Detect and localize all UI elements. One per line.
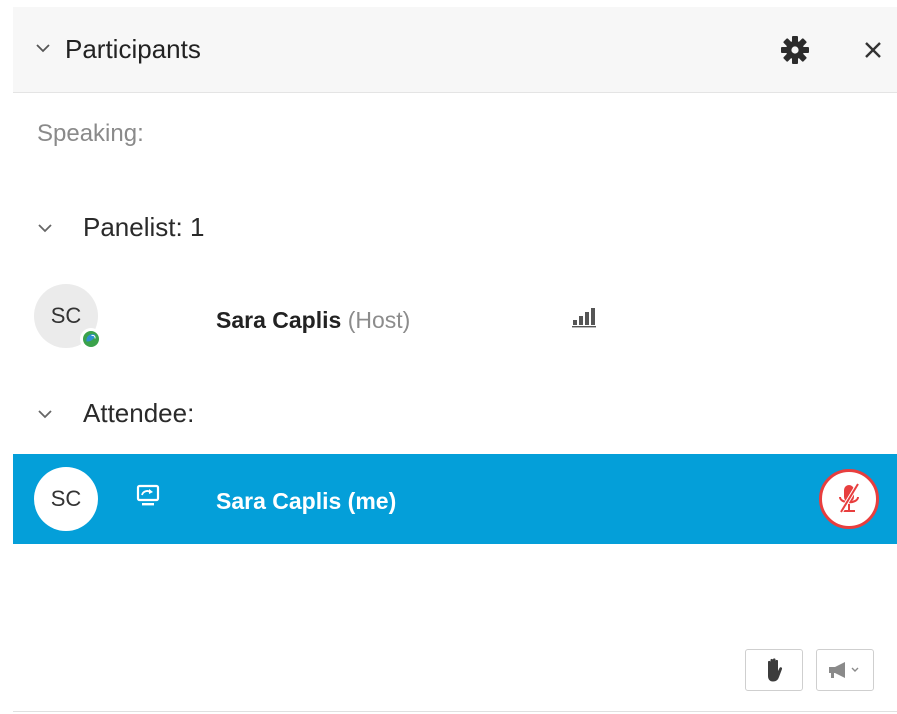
avatar: SC (34, 467, 98, 531)
close-icon (865, 42, 881, 58)
avatar-initials: SC (50, 303, 82, 328)
desktop-share-icon (136, 484, 160, 506)
avatar-initials: SC (50, 486, 82, 511)
close-button[interactable] (855, 32, 891, 68)
participants-panel: Participants Speaking: Panelist: 1 SC Sa… (0, 0, 897, 714)
chevron-down-icon[interactable] (35, 41, 51, 55)
participant-name: Sara Caplis (me) (216, 488, 397, 514)
panel-header: Participants (13, 7, 897, 93)
megaphone-icon (829, 662, 859, 678)
chevron-down-icon (38, 409, 52, 418)
panelist-section-label: Panelist: 1 (83, 212, 205, 242)
attendee-section-label: Attendee: (83, 398, 195, 428)
raise-hand-button[interactable] (745, 649, 803, 691)
speaking-label: Speaking: (37, 120, 144, 147)
audio-signal-icon (572, 308, 596, 328)
gear-icon (781, 36, 809, 64)
chevron-down-icon (38, 223, 52, 232)
settings-button[interactable] (777, 32, 813, 68)
panel-title: Participants (65, 34, 201, 64)
participant-role: (Host) (347, 307, 411, 333)
megaphone-button[interactable] (816, 649, 874, 691)
raise-hand-icon (768, 658, 783, 682)
participant-row-panelist[interactable]: SC Sara Caplis (Host) (13, 273, 897, 363)
footer-divider (13, 711, 897, 712)
panelist-section-header[interactable]: Panelist: 1 (37, 212, 204, 243)
participant-name: Sara Caplis (Host) (216, 307, 410, 334)
participant-name-text: Sara Caplis (216, 307, 342, 333)
presence-online-icon (80, 328, 102, 350)
attendee-section-header[interactable]: Attendee: (37, 398, 194, 429)
microphone-muted-icon (839, 482, 860, 514)
participant-row-attendee[interactable]: SC Sara Caplis (me) (13, 454, 897, 544)
unmute-button[interactable] (819, 469, 879, 529)
